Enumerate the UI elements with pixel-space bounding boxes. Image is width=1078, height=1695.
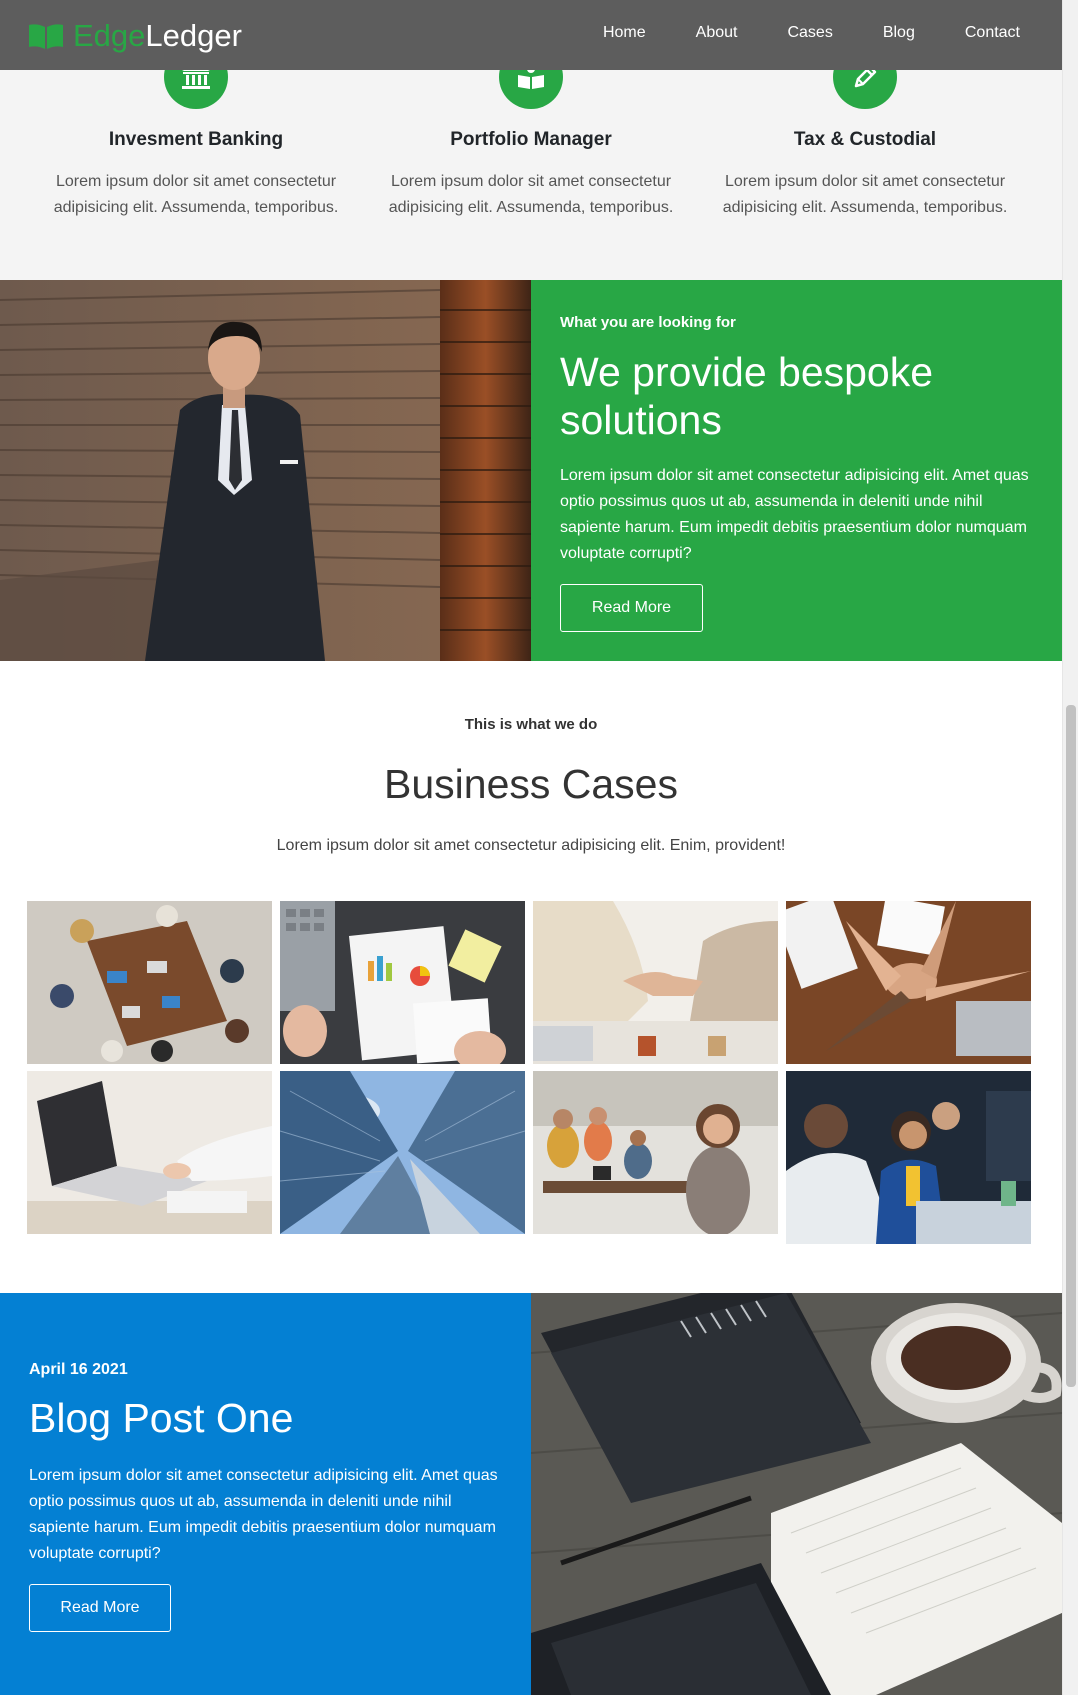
nav-link-cases[interactable]: Cases — [787, 24, 832, 42]
nav-link-blog[interactable]: Blog — [883, 24, 915, 42]
brand-logo[interactable]: Edge Ledger — [27, 16, 242, 56]
case-image-skyscrapers[interactable] — [280, 1071, 525, 1234]
case-image-team-hands[interactable] — [786, 901, 1031, 1064]
blog-section: April 16 2021 Blog Post One Lorem ipsum … — [0, 1293, 1062, 1695]
blog-read-more-button[interactable]: Read More — [29, 1584, 171, 1632]
blog-text: Lorem ipsum dolor sit amet consectetur a… — [29, 1467, 498, 1562]
case-image-laptop[interactable] — [27, 1071, 272, 1234]
nav-link-home[interactable]: Home — [603, 24, 646, 42]
blog-title[interactable]: Blog Post One — [29, 1395, 293, 1442]
businessman-photo — [0, 280, 531, 661]
service-portfolio-manager: Portfolio Manager Lorem ipsum dolor sit … — [371, 45, 691, 221]
bespoke-title: We provide bespoke solutions — [560, 349, 934, 443]
cases-eyebrow: This is what we do — [464, 716, 598, 733]
service-title: Invesment Banking — [108, 129, 284, 150]
navbar: Edge Ledger Home About Cases Blog Contac… — [0, 0, 1062, 70]
service-title: Portfolio Manager — [450, 129, 612, 150]
case-image-meeting-table[interactable] — [27, 901, 272, 1064]
service-text: Lorem ipsum dolor sit amet consectetur a… — [722, 173, 1008, 216]
brand-name-edge: Edge — [73, 18, 146, 53]
business-cases-section: This is what we do Business Cases Lorem … — [0, 661, 1062, 1293]
bespoke-read-more-button[interactable]: Read More — [560, 584, 703, 632]
brand-name-ledger: Ledger — [145, 18, 242, 53]
service-tax-custodial: Tax & Custodial Lorem ipsum dolor sit am… — [705, 45, 1025, 221]
nav-link-about[interactable]: About — [696, 24, 738, 42]
open-book-icon — [29, 24, 63, 49]
service-investment-banking: Invesment Banking Lorem ipsum dolor sit … — [36, 45, 356, 221]
service-title: Tax & Custodial — [793, 129, 937, 150]
page-scrollbar[interactable] — [1062, 0, 1078, 1695]
page: Invesment Banking Lorem ipsum dolor sit … — [0, 0, 1062, 1695]
bespoke-text: Lorem ipsum dolor sit amet consectetur a… — [560, 467, 1029, 562]
bespoke-section: What you are looking for We provide besp… — [0, 280, 1062, 661]
case-image-charts-desk[interactable] — [280, 901, 525, 1064]
bespoke-eyebrow: What you are looking for — [560, 314, 736, 331]
blog-panel: April 16 2021 Blog Post One Lorem ipsum … — [0, 1293, 531, 1695]
nav-links: Home About Cases Blog Contact — [553, 24, 1020, 42]
service-text: Lorem ipsum dolor sit amet consectetur a… — [388, 173, 674, 216]
service-text: Lorem ipsum dolor sit amet consectetur a… — [53, 173, 339, 216]
blog-date: April 16 2021 — [29, 1361, 128, 1378]
case-image-office-team[interactable] — [533, 1071, 778, 1234]
cases-title: Business Cases — [384, 761, 678, 807]
notebook-coffee-photo — [531, 1293, 1062, 1695]
cases-subtitle: Lorem ipsum dolor sit amet consectetur a… — [276, 837, 786, 854]
case-image-handshake[interactable] — [533, 901, 778, 1064]
bespoke-panel: What you are looking for We provide besp… — [531, 280, 1062, 661]
case-image-smiling-colleagues[interactable] — [786, 1071, 1031, 1244]
nav-link-contact[interactable]: Contact — [965, 24, 1020, 42]
scrollbar-thumb[interactable] — [1066, 705, 1076, 1387]
